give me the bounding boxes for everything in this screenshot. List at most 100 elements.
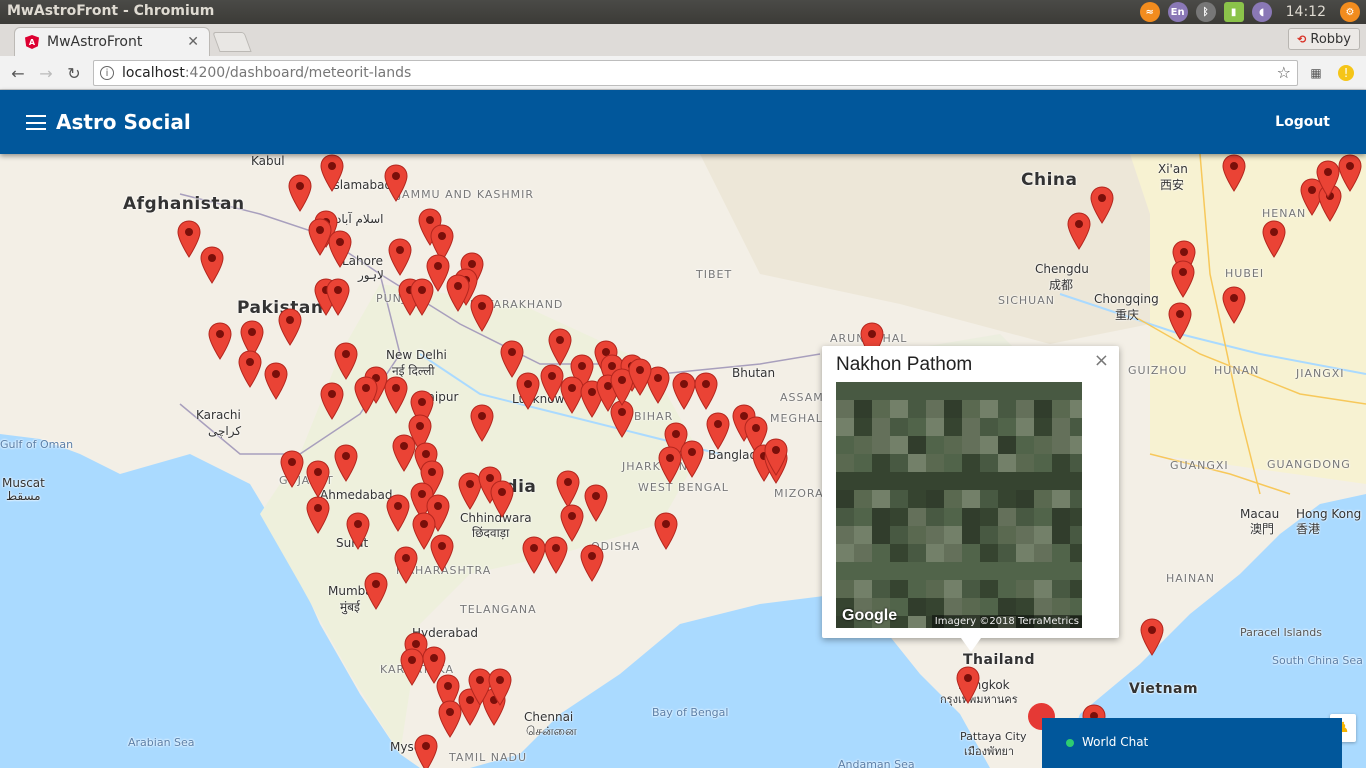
meteorite-marker-icon[interactable]: [1140, 618, 1164, 656]
meteorite-marker-icon[interactable]: [280, 450, 304, 488]
wifi-icon[interactable]: ≈: [1139, 2, 1160, 22]
meteorite-marker-icon[interactable]: [470, 294, 494, 332]
meteorite-marker-icon[interactable]: [956, 666, 980, 704]
meteorite-marker-icon[interactable]: [394, 546, 418, 584]
meteorite-marker-icon[interactable]: [208, 322, 232, 360]
browser-tab[interactable]: A MwAstroFront ✕: [14, 27, 210, 56]
region-label: JIANGXI: [1296, 367, 1345, 380]
chat-title: World Chat: [1082, 735, 1149, 749]
meteorite-marker-icon[interactable]: [308, 218, 332, 256]
meteorite-marker-icon[interactable]: [1222, 154, 1246, 192]
meteorite-marker-icon[interactable]: [384, 376, 408, 414]
meteorite-marker-icon[interactable]: [490, 480, 514, 518]
meteorite-marker-icon[interactable]: [288, 174, 312, 212]
meteorite-marker-icon[interactable]: [470, 404, 494, 442]
country-label: China: [1021, 170, 1078, 190]
meteorite-marker-icon[interactable]: [694, 372, 718, 410]
meteorite-marker-icon[interactable]: [1171, 260, 1195, 298]
meteorite-marker-icon[interactable]: [446, 274, 470, 312]
meteorite-marker-icon[interactable]: [430, 534, 454, 572]
world-chat-bar[interactable]: World Chat: [1042, 718, 1342, 768]
meteorite-marker-icon[interactable]: [320, 154, 344, 192]
meteorite-marker-icon[interactable]: [1168, 302, 1192, 340]
meteorite-marker-icon[interactable]: [334, 444, 358, 482]
meteorite-marker-icon[interactable]: [628, 358, 652, 396]
meteorite-marker-icon[interactable]: [388, 238, 412, 276]
bluetooth-icon[interactable]: ᛒ: [1195, 2, 1216, 22]
extension-warning-icon[interactable]: !: [1338, 65, 1354, 81]
meteorite-marker-icon[interactable]: [400, 648, 424, 686]
meteorite-marker-icon[interactable]: [658, 446, 682, 484]
meteorite-marker-icon[interactable]: [680, 440, 704, 478]
profile-button[interactable]: ⟲ Robby: [1288, 28, 1360, 50]
meteorite-marker-icon[interactable]: [346, 512, 370, 550]
meteorite-marker-icon[interactable]: [488, 668, 512, 706]
meteorite-marker-icon[interactable]: [1090, 186, 1114, 224]
meteorite-marker-icon[interactable]: [177, 220, 201, 258]
city-label: Chennai: [524, 710, 574, 724]
meteorite-marker-icon[interactable]: [264, 362, 288, 400]
new-tab-button[interactable]: [212, 32, 252, 52]
profile-sync-icon: ⟲: [1297, 32, 1307, 46]
city-label: Kabul: [251, 154, 285, 168]
meteorite-marker-icon[interactable]: [584, 484, 608, 522]
meteorite-marker-icon[interactable]: [238, 350, 262, 388]
hamburger-menu-icon[interactable]: [26, 115, 46, 130]
meteorite-marker-icon[interactable]: [556, 470, 580, 508]
meteorite-marker-icon[interactable]: [200, 246, 224, 284]
meteorite-marker-icon[interactable]: [414, 734, 438, 768]
clock[interactable]: 14:12: [1286, 4, 1326, 20]
meteorite-marker-icon[interactable]: [654, 512, 678, 550]
meteorite-marker-icon[interactable]: [326, 278, 350, 316]
country-label: Vietnam: [1129, 681, 1199, 697]
meteorite-marker-icon[interactable]: [1262, 220, 1286, 258]
meteorite-marker-icon[interactable]: [706, 412, 730, 450]
meteorite-marker-icon[interactable]: [410, 278, 434, 316]
meteorite-marker-icon[interactable]: [548, 328, 572, 366]
meteorite-marker-icon[interactable]: [544, 536, 568, 574]
meteorite-marker-icon[interactable]: [392, 434, 416, 472]
meteorite-marker-icon[interactable]: [384, 164, 408, 202]
meteorite-marker-icon[interactable]: [386, 494, 410, 532]
meteorite-marker-icon[interactable]: [672, 372, 696, 410]
site-info-icon[interactable]: i: [100, 66, 114, 80]
meteorite-marker-icon[interactable]: [1316, 160, 1340, 198]
tab-close-icon[interactable]: ✕: [187, 34, 199, 50]
region-label: TIBET: [696, 268, 733, 281]
sea-label: Andaman Sea: [838, 758, 915, 768]
city-label: کراچی: [208, 424, 242, 438]
battery-icon[interactable]: ▮: [1223, 2, 1244, 22]
logout-button[interactable]: Logout: [1275, 114, 1330, 130]
city-label: 成都: [1049, 278, 1074, 292]
volume-icon[interactable]: ◖: [1251, 2, 1272, 22]
bookmark-star-icon[interactable]: ☆: [1277, 63, 1291, 82]
keyboard-layout-indicator[interactable]: En: [1167, 2, 1188, 22]
meteorite-marker-icon[interactable]: [516, 372, 540, 410]
reload-icon[interactable]: ↻: [63, 62, 85, 84]
map-canvas[interactable]: Afghanistan Pakistan India China Thailan…: [0, 154, 1366, 768]
meteorite-marker-icon[interactable]: [438, 700, 462, 738]
meteorite-marker-icon[interactable]: [306, 496, 330, 534]
meteorite-marker-icon[interactable]: [334, 342, 358, 380]
meteorite-marker-icon[interactable]: [580, 544, 604, 582]
meteorite-marker-icon[interactable]: [354, 376, 378, 414]
power-gear-icon[interactable]: ⚙: [1340, 2, 1360, 22]
meteorite-marker-icon[interactable]: [764, 438, 788, 476]
meteorite-marker-icon[interactable]: [278, 308, 302, 346]
meteorite-marker-icon[interactable]: [306, 460, 330, 498]
sea-label: Arabian Sea: [128, 736, 195, 749]
qr-code-icon[interactable]: ▦: [1306, 63, 1326, 83]
app-title: Astro Social: [56, 110, 191, 134]
meteorite-marker-icon[interactable]: [364, 572, 388, 610]
meteorite-marker-icon[interactable]: [522, 536, 546, 574]
region-label: GUIZHOU: [1128, 364, 1188, 377]
url-bar[interactable]: i localhost:4200/dashboard/meteorit-land…: [93, 60, 1298, 86]
forward-arrow-icon[interactable]: →: [35, 62, 57, 84]
meteorite-marker-icon[interactable]: [320, 382, 344, 420]
meteorite-marker-icon[interactable]: [1222, 286, 1246, 324]
meteorite-marker-icon[interactable]: [1338, 154, 1362, 192]
close-icon[interactable]: ×: [1094, 350, 1109, 371]
tab-title: MwAstroFront: [47, 34, 143, 50]
back-arrow-icon[interactable]: ←: [7, 62, 29, 84]
meteorite-marker-icon[interactable]: [1067, 212, 1091, 250]
